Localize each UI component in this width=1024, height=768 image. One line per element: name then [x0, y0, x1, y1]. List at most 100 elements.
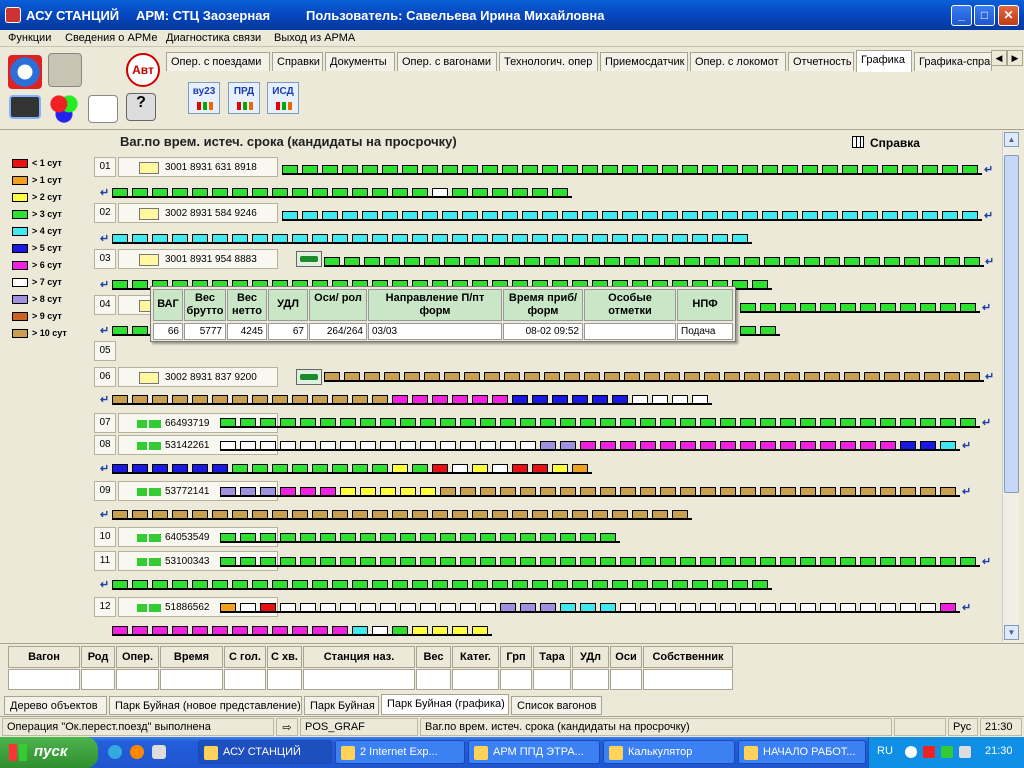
- wagon-car[interactable]: [624, 257, 640, 266]
- wagon-car[interactable]: [220, 557, 236, 566]
- wagon-car[interactable]: [440, 418, 456, 427]
- wagon-car[interactable]: [152, 626, 168, 635]
- wagon-car[interactable]: [280, 557, 296, 566]
- wagon-car[interactable]: [902, 211, 918, 220]
- wagon-car[interactable]: [352, 234, 368, 243]
- help-icon[interactable]: ?: [126, 93, 156, 121]
- wagon-car[interactable]: [260, 603, 276, 612]
- wagon-car[interactable]: [240, 441, 256, 450]
- wagon-car[interactable]: [562, 165, 578, 174]
- wagon-car[interactable]: [332, 580, 348, 589]
- wagon-car[interactable]: [364, 257, 380, 266]
- wagon-car[interactable]: [644, 372, 660, 381]
- locomotive-icon[interactable]: [296, 251, 322, 267]
- tab-wagon-list[interactable]: Список вагонов: [511, 696, 602, 715]
- wagon-car[interactable]: [212, 188, 228, 197]
- wagon-car[interactable]: [212, 395, 228, 404]
- row-number[interactable]: 10: [94, 527, 116, 547]
- wagon-car[interactable]: [360, 603, 376, 612]
- wagon-car[interactable]: [492, 464, 508, 473]
- wagon-car[interactable]: [282, 165, 298, 174]
- wagon-car[interactable]: [760, 557, 776, 566]
- col-wagon[interactable]: Вагон: [8, 646, 80, 668]
- wagon-car[interactable]: [112, 188, 128, 197]
- wagon-car[interactable]: [802, 165, 818, 174]
- wagon-car[interactable]: [232, 234, 248, 243]
- wagon-car[interactable]: [292, 188, 308, 197]
- wagon-car[interactable]: [340, 533, 356, 542]
- wagon-car[interactable]: [192, 510, 208, 519]
- wagon-car[interactable]: [400, 557, 416, 566]
- wagon-car[interactable]: [212, 464, 228, 473]
- wagon-car[interactable]: [704, 372, 720, 381]
- wagon-car[interactable]: [280, 487, 296, 496]
- grid-cell[interactable]: [610, 669, 642, 690]
- tab-park[interactable]: Парк Буйная: [304, 696, 379, 715]
- auto-icon[interactable]: Авт: [126, 53, 160, 87]
- tab-trains[interactable]: Опер. с поездами: [166, 52, 270, 71]
- wagon-car[interactable]: [342, 165, 358, 174]
- wagon-car[interactable]: [680, 487, 696, 496]
- wagon-car[interactable]: [800, 441, 816, 450]
- row-number[interactable]: 12: [94, 597, 116, 617]
- wagon-car[interactable]: [312, 580, 328, 589]
- wagon-car[interactable]: [942, 165, 958, 174]
- grid-cell[interactable]: [533, 669, 571, 690]
- wagon-car[interactable]: [292, 510, 308, 519]
- wagon-car[interactable]: [800, 557, 816, 566]
- prd-icon[interactable]: ПРД: [228, 82, 260, 114]
- wagon-car[interactable]: [920, 603, 936, 612]
- wagon-car[interactable]: [484, 372, 500, 381]
- col-owner[interactable]: Собственник: [643, 646, 733, 668]
- wagon-car[interactable]: [452, 580, 468, 589]
- app-icon[interactable]: [5, 7, 21, 23]
- wagon-car[interactable]: [432, 580, 448, 589]
- wagon-car[interactable]: [132, 580, 148, 589]
- wagon-car[interactable]: [802, 211, 818, 220]
- wagon-car[interactable]: [662, 211, 678, 220]
- menu-diagnostics[interactable]: Диагностика связи: [166, 32, 261, 44]
- wagon-car[interactable]: [292, 464, 308, 473]
- wagon-car[interactable]: [764, 372, 780, 381]
- wagon-car[interactable]: [112, 395, 128, 404]
- wagon-car[interactable]: [620, 418, 636, 427]
- maximize-button[interactable]: □: [974, 5, 995, 26]
- wagon-car[interactable]: [420, 557, 436, 566]
- row-number[interactable]: 08: [94, 435, 116, 455]
- wagon-car[interactable]: [860, 487, 876, 496]
- wagon-car[interactable]: [260, 557, 276, 566]
- wagon-car[interactable]: [900, 418, 916, 427]
- wagon-car[interactable]: [220, 487, 236, 496]
- wagon-car[interactable]: [940, 603, 956, 612]
- wagon-car[interactable]: [702, 211, 718, 220]
- wagon-car[interactable]: [504, 257, 520, 266]
- wagon-car[interactable]: [722, 211, 738, 220]
- wagon-car[interactable]: [600, 418, 616, 427]
- wagon-car[interactable]: [592, 395, 608, 404]
- wagon-car[interactable]: [404, 257, 420, 266]
- wagon-car[interactable]: [332, 234, 348, 243]
- wagon-car[interactable]: [400, 487, 416, 496]
- wagon-car[interactable]: [512, 510, 528, 519]
- wagon-car[interactable]: [372, 395, 388, 404]
- wagon-car[interactable]: [652, 395, 668, 404]
- wagon-car[interactable]: [240, 418, 256, 427]
- wagon-car[interactable]: [480, 441, 496, 450]
- wagon-car[interactable]: [640, 603, 656, 612]
- locomotive-icon[interactable]: [296, 369, 322, 385]
- wagon-car[interactable]: [340, 441, 356, 450]
- wagon-car[interactable]: [964, 372, 980, 381]
- wagon-car[interactable]: [552, 464, 568, 473]
- wagon-car[interactable]: [480, 533, 496, 542]
- wagon-car[interactable]: [732, 234, 748, 243]
- wagon-car[interactable]: [542, 211, 558, 220]
- wagon-car[interactable]: [764, 257, 780, 266]
- wagon-car[interactable]: [272, 626, 288, 635]
- wagon-car[interactable]: [840, 418, 856, 427]
- wagon-car[interactable]: [472, 580, 488, 589]
- wagon-car[interactable]: [622, 211, 638, 220]
- wagon-car[interactable]: [412, 188, 428, 197]
- wagon-car[interactable]: [500, 603, 516, 612]
- scroll-thumb[interactable]: [1004, 155, 1019, 493]
- wagon-car[interactable]: [232, 580, 248, 589]
